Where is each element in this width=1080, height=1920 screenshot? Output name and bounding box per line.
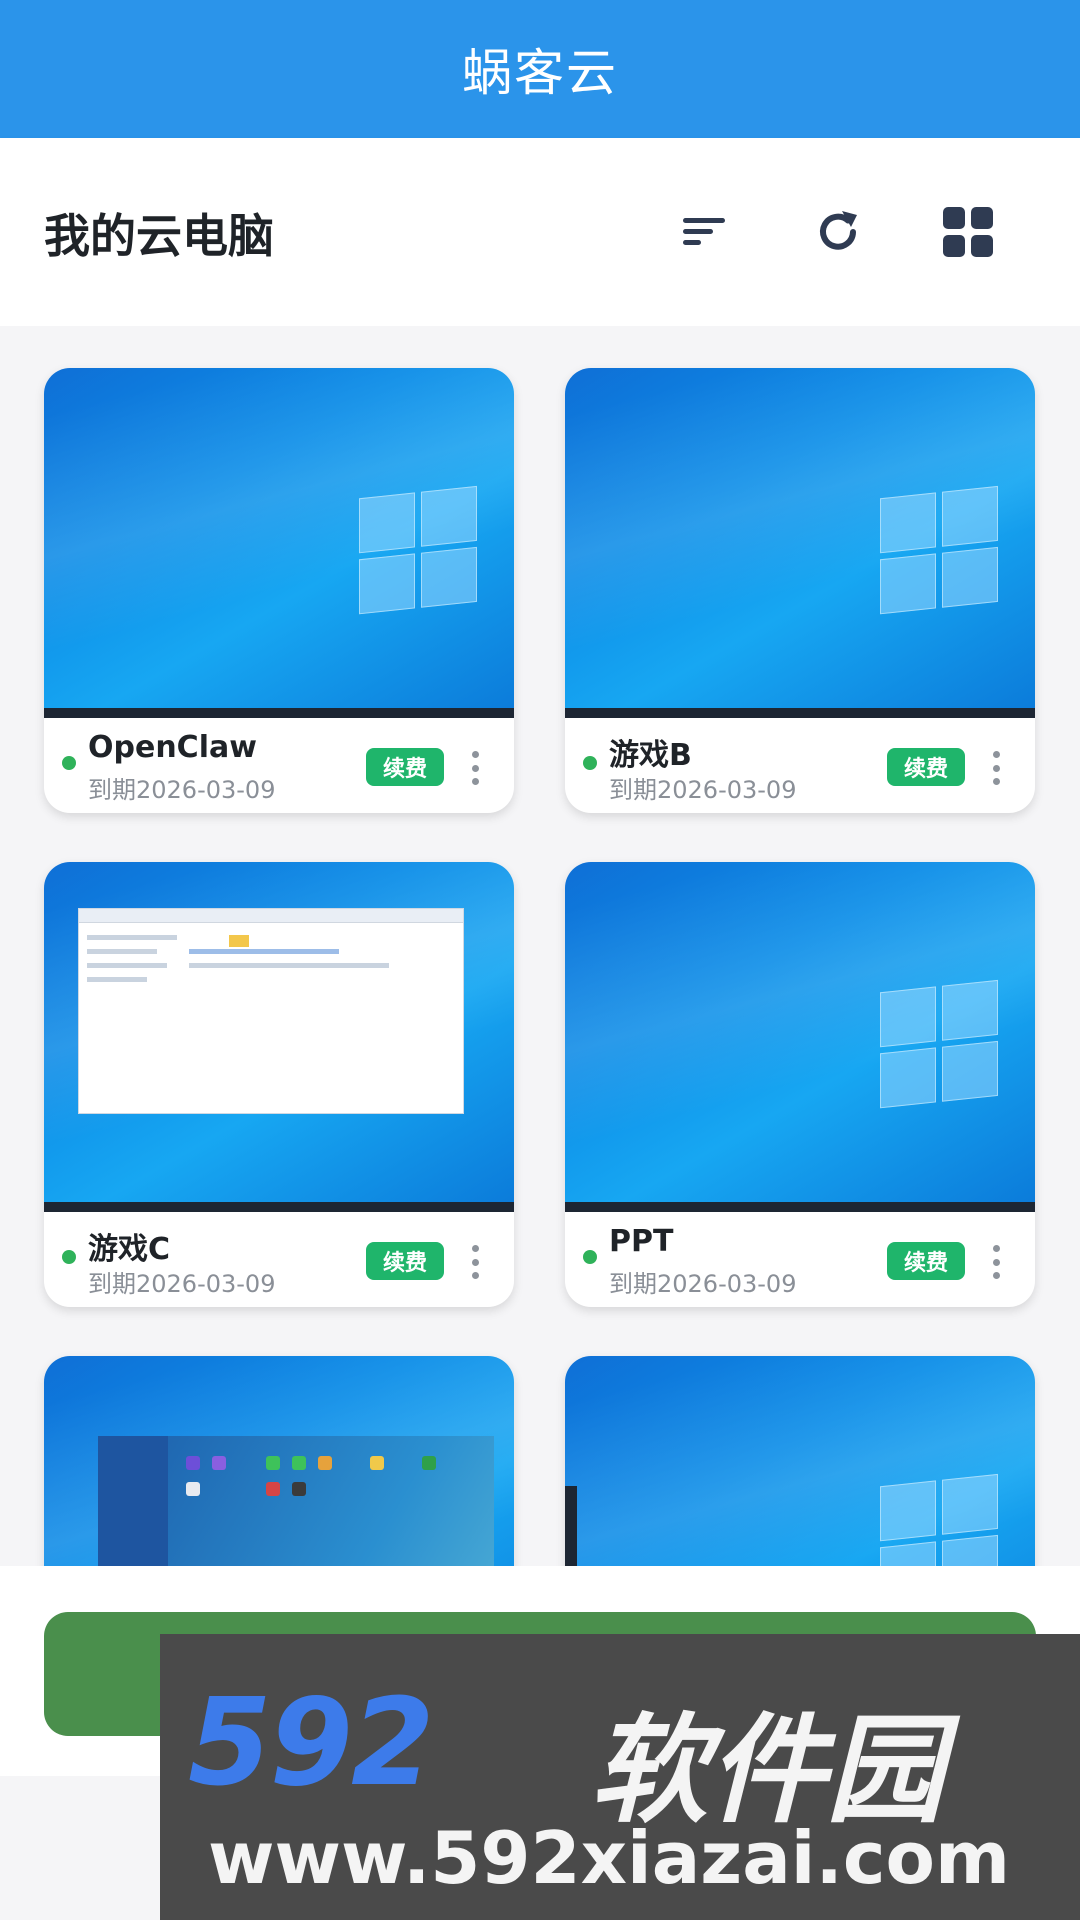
- screen-thumbnail[interactable]: [565, 1356, 1035, 1566]
- expiry-date: 到期2026-03-09: [609, 776, 797, 804]
- more-options-icon[interactable]: [460, 1242, 490, 1282]
- taskbar: [44, 1202, 514, 1212]
- windows-logo-icon: [359, 485, 479, 617]
- computer-name: 游戏B: [609, 738, 692, 773]
- sort-icon: [683, 218, 725, 245]
- refresh-button[interactable]: [810, 204, 866, 260]
- page-title: 我的云电脑: [44, 209, 274, 263]
- more-options-icon[interactable]: [981, 748, 1011, 788]
- cloud-pc-card[interactable]: 游戏C 到期2026-03-09 续费: [44, 862, 514, 1307]
- computer-name: 游戏C: [88, 1232, 171, 1267]
- cloud-pc-card[interactable]: OpenClaw 到期2026-03-09 续费: [44, 368, 514, 813]
- file-explorer-window: [78, 908, 464, 1114]
- grid-view-icon: [943, 207, 993, 257]
- watermark-overlay: 592 软件园 www.592xiazai.com: [160, 1634, 1080, 1920]
- cloud-pc-card[interactable]: [565, 1356, 1035, 1566]
- sort-button[interactable]: [677, 204, 733, 260]
- more-options-icon[interactable]: [981, 1242, 1011, 1282]
- cloud-pc-card[interactable]: 游戏B 到期2026-03-09 续费: [565, 368, 1035, 813]
- watermark-url: www.592xiazai.com: [208, 1816, 1010, 1900]
- taskbar: [565, 708, 1035, 718]
- windows-logo-icon: [880, 485, 1000, 617]
- screen-thumbnail[interactable]: [44, 862, 514, 1212]
- taskbar: [565, 1202, 1035, 1212]
- renew-button[interactable]: 续费: [366, 1242, 444, 1280]
- grid-view-button[interactable]: [940, 204, 996, 260]
- watermark-brand: 592: [188, 1674, 434, 1813]
- renew-button[interactable]: 续费: [887, 1242, 965, 1280]
- screen-thumbnail[interactable]: [44, 1356, 514, 1566]
- screen-thumbnail[interactable]: [44, 368, 514, 718]
- expiry-date: 到期2026-03-09: [609, 1270, 797, 1298]
- app-title: 蜗客云: [462, 44, 618, 102]
- online-status-dot: [583, 756, 597, 770]
- taskbar: [44, 708, 514, 718]
- refresh-icon: [820, 211, 857, 250]
- computer-name: PPT: [609, 1224, 674, 1259]
- renew-button[interactable]: 续费: [366, 748, 444, 786]
- more-options-icon[interactable]: [460, 748, 490, 788]
- online-status-dot: [62, 756, 76, 770]
- cloud-pc-grid: OpenClaw 到期2026-03-09 续费 游戏B 到期2026-03-0…: [0, 326, 1080, 1566]
- renew-button[interactable]: 续费: [887, 748, 965, 786]
- app-window: [98, 1436, 494, 1566]
- online-status-dot: [583, 1250, 597, 1264]
- windows-logo-icon: [880, 1473, 1000, 1566]
- cloud-pc-card[interactable]: PPT 到期2026-03-09 续费: [565, 862, 1035, 1307]
- cloud-pc-card[interactable]: [44, 1356, 514, 1566]
- expiry-date: 到期2026-03-09: [88, 1270, 276, 1298]
- app-root: 蜗客云 我的云电脑 OpenClaw 到期2026-03-09 续费 游戏B 到…: [0, 0, 1080, 1920]
- screen-thumbnail[interactable]: [565, 368, 1035, 718]
- windows-logo-icon: [880, 979, 1000, 1111]
- page-header: 我的云电脑: [0, 138, 1080, 326]
- screen-thumbnail[interactable]: [565, 862, 1035, 1212]
- computer-name: OpenClaw: [88, 730, 257, 765]
- top-app-bar: 蜗客云: [0, 0, 1080, 138]
- expiry-date: 到期2026-03-09: [88, 776, 276, 804]
- online-status-dot: [62, 1250, 76, 1264]
